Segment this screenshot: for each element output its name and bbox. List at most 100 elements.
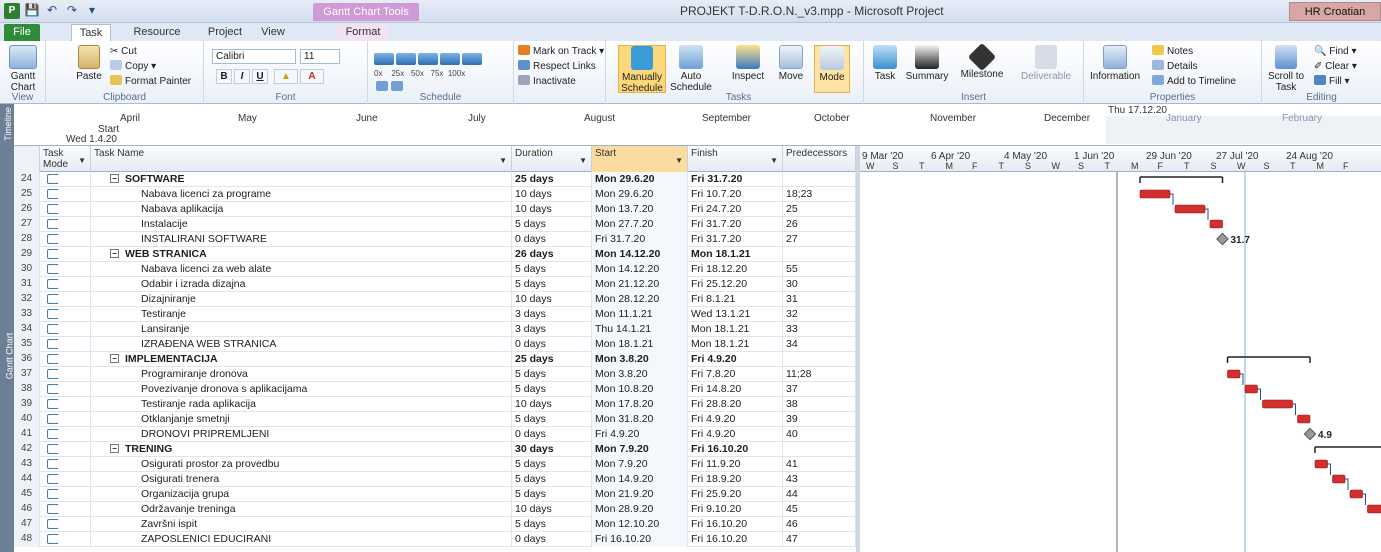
column-predecessors[interactable]: Predecessors: [783, 146, 856, 172]
undo-icon[interactable]: ↶: [44, 3, 60, 17]
milestone-diamond[interactable]: [1303, 427, 1317, 441]
task-name-cell[interactable]: − IMPLEMENTACIJA: [91, 352, 512, 367]
task-name-cell[interactable]: Instalacije: [91, 217, 512, 232]
row-id[interactable]: 47: [14, 517, 40, 532]
duration-cell[interactable]: 5 days: [512, 412, 592, 427]
task-name-cell[interactable]: Nabava licenci za web alate: [91, 262, 512, 277]
row-id[interactable]: 41: [14, 427, 40, 442]
finish-cell[interactable]: Fri 4.9.20: [688, 352, 783, 367]
tab-file[interactable]: File: [4, 24, 40, 41]
duration-cell[interactable]: 25 days: [512, 352, 592, 367]
task-name-cell[interactable]: INSTALIRANI SOFTWARE: [91, 232, 512, 247]
insert-summary-button[interactable]: Summary: [904, 45, 950, 82]
task-name-cell[interactable]: Povezivanje dronova s aplikacijama: [91, 382, 512, 397]
duration-cell[interactable]: 5 days: [512, 262, 592, 277]
respect-links-button[interactable]: Respect Links: [518, 60, 596, 73]
dependency-link[interactable]: [1292, 403, 1296, 415]
finish-cell[interactable]: Fri 25.12.20: [688, 277, 783, 292]
row-id[interactable]: 24: [14, 172, 40, 187]
task-name-cell[interactable]: Odabir i izrada dizajna: [91, 277, 512, 292]
task-row[interactable]: 34 Lansiranje 3 days Thu 14.1.21 Mon 18.1.21…: [14, 322, 856, 337]
milestone-label[interactable]: 31.7: [1231, 235, 1251, 246]
dependency-link[interactable]: [1170, 193, 1174, 205]
task-mode-cell[interactable]: [40, 382, 91, 397]
predecessors-cell[interactable]: 27: [783, 232, 856, 247]
task-bar[interactable]: [1174, 204, 1206, 214]
timeline-pane[interactable]: Timeline April May June July August Sept…: [0, 104, 1381, 146]
predecessors-cell[interactable]: 31: [783, 292, 856, 307]
row-id[interactable]: 38: [14, 382, 40, 397]
highlight-color-button[interactable]: ▲: [274, 69, 298, 84]
duration-cell[interactable]: 5 days: [512, 472, 592, 487]
task-bar[interactable]: [1349, 489, 1363, 499]
predecessors-cell[interactable]: [783, 442, 856, 457]
task-row[interactable]: 31 Odabir i izrada dizajna 5 days Mon 21.12…: [14, 277, 856, 292]
task-bar[interactable]: [1297, 414, 1311, 424]
dependency-link[interactable]: [1240, 373, 1244, 385]
manually-schedule-button[interactable]: Manually Schedule: [618, 45, 666, 94]
finish-cell[interactable]: Fri 31.7.20: [688, 217, 783, 232]
row-id[interactable]: 33: [14, 307, 40, 322]
predecessors-cell[interactable]: 25: [783, 202, 856, 217]
row-id[interactable]: 28: [14, 232, 40, 247]
dependency-link[interactable]: [1257, 388, 1261, 400]
start-cell[interactable]: Mon 10.8.20: [592, 382, 688, 397]
task-name-cell[interactable]: Održavanje treninga: [91, 502, 512, 517]
row-id[interactable]: 32: [14, 292, 40, 307]
predecessors-cell[interactable]: 33: [783, 322, 856, 337]
percent-50-icon[interactable]: [418, 53, 438, 65]
paste-button[interactable]: Paste: [74, 45, 104, 82]
dependency-link[interactable]: [1362, 493, 1366, 505]
task-mode-cell[interactable]: [40, 412, 91, 427]
task-row[interactable]: 26 Nabava aplikacija 10 days Mon 13.7.20 Fri…: [14, 202, 856, 217]
predecessors-cell[interactable]: 47: [783, 532, 856, 547]
finish-cell[interactable]: Fri 10.7.20: [688, 187, 783, 202]
tab-task[interactable]: Task: [71, 24, 111, 41]
predecessors-cell[interactable]: 37: [783, 382, 856, 397]
task-row[interactable]: 32 Dizajniranje 10 days Mon 28.12.20 Fri 8.1…: [14, 292, 856, 307]
start-cell[interactable]: Thu 14.1.21: [592, 322, 688, 337]
task-row[interactable]: 33 Testiranje 3 days Mon 11.1.21 Wed 13.1.21…: [14, 307, 856, 322]
task-name-cell[interactable]: ZAPOSLENICI EDUCIRANI: [91, 532, 512, 547]
task-row[interactable]: 25 Nabava licenci za programe 10 days Mon 2…: [14, 187, 856, 202]
task-sheet[interactable]: Task Mode ▼ Task Name ▼ Duration ▼ Start ▼ F…: [14, 146, 856, 552]
task-name-cell[interactable]: Osigurati prostor za provedbu: [91, 457, 512, 472]
start-cell[interactable]: Mon 28.9.20: [592, 502, 688, 517]
start-cell[interactable]: Mon 3.8.20: [592, 352, 688, 367]
row-id[interactable]: 26: [14, 202, 40, 217]
task-bar[interactable]: [1244, 384, 1258, 394]
predecessors-cell[interactable]: 38: [783, 397, 856, 412]
column-finish[interactable]: Finish ▼: [688, 146, 783, 172]
duration-cell[interactable]: 10 days: [512, 202, 592, 217]
task-name-cell[interactable]: Testiranje rada aplikacija: [91, 397, 512, 412]
column-start[interactable]: Start ▼: [592, 146, 688, 172]
duration-cell[interactable]: 0 days: [512, 427, 592, 442]
task-row[interactable]: 28 INSTALIRANI SOFTWARE 0 days Fri 31.7.20 F…: [14, 232, 856, 247]
start-cell[interactable]: Mon 7.9.20: [592, 442, 688, 457]
collapse-icon[interactable]: −: [110, 444, 119, 453]
project-app-icon[interactable]: P: [4, 3, 20, 19]
move-button[interactable]: Move: [774, 45, 808, 82]
start-cell[interactable]: Fri 4.9.20: [592, 427, 688, 442]
predecessors-cell[interactable]: 40: [783, 427, 856, 442]
tab-project[interactable]: Project: [203, 24, 247, 41]
finish-cell[interactable]: Fri 7.8.20: [688, 367, 783, 382]
duration-cell[interactable]: 5 days: [512, 487, 592, 502]
task-bar[interactable]: [1314, 459, 1328, 469]
predecessors-cell[interactable]: 55: [783, 262, 856, 277]
task-row[interactable]: 39 Testiranje rada aplikacija 10 days Mon 1…: [14, 397, 856, 412]
task-name-cell[interactable]: − WEB STRANICA: [91, 247, 512, 262]
bold-button[interactable]: B: [216, 69, 232, 84]
finish-cell[interactable]: Mon 18.1.21: [688, 247, 783, 262]
task-row[interactable]: 48 ZAPOSLENICI EDUCIRANI 0 days Fri 16.10.2…: [14, 532, 856, 547]
task-row[interactable]: 45 Organizacija grupa 5 days Mon 21.9.20 Fri…: [14, 487, 856, 502]
row-id[interactable]: 46: [14, 502, 40, 517]
task-row[interactable]: 40 Otklanjanje smetnji 5 days Mon 31.8.20 Fr…: [14, 412, 856, 427]
finish-cell[interactable]: Fri 11.9.20: [688, 457, 783, 472]
task-mode-cell[interactable]: [40, 472, 91, 487]
customize-qat-icon[interactable]: ▾: [84, 3, 100, 17]
row-id[interactable]: 30: [14, 262, 40, 277]
filter-arrow-icon[interactable]: ▼: [770, 155, 778, 166]
task-name-cell[interactable]: Osigurati trenera: [91, 472, 512, 487]
predecessors-cell[interactable]: [783, 247, 856, 262]
